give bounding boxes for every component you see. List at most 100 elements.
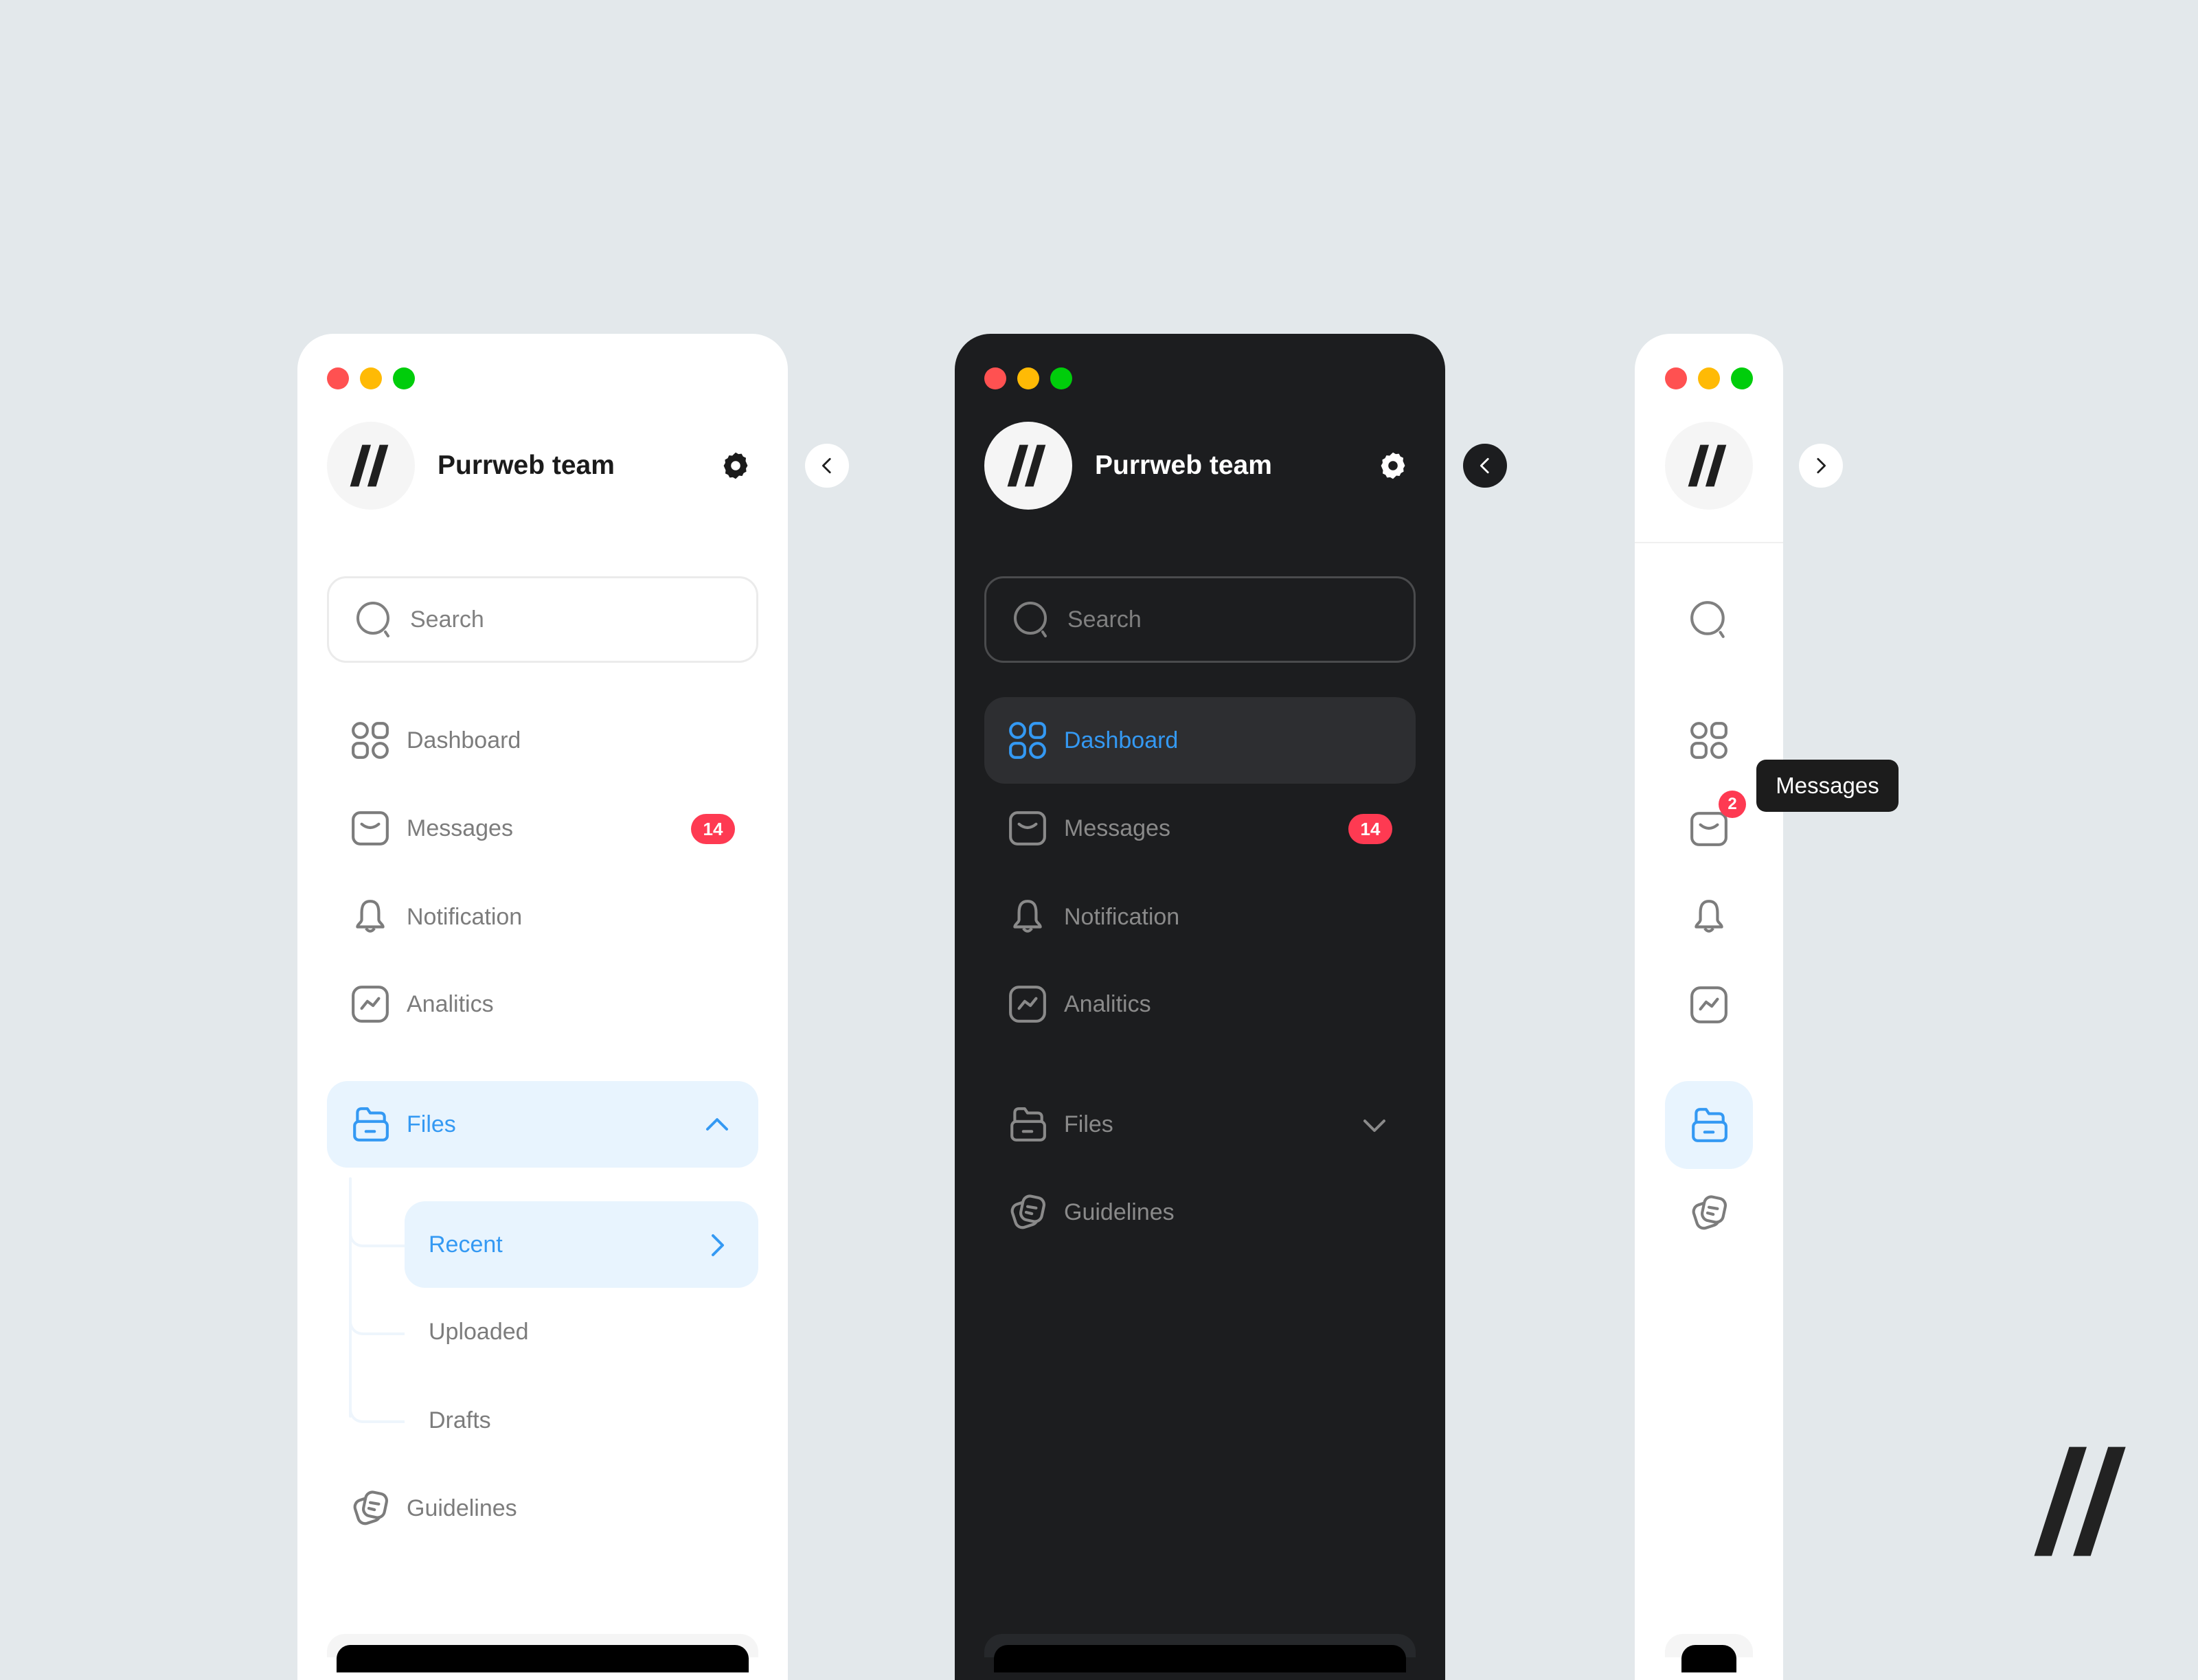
mini-nav-dashboard[interactable] [1665, 696, 1753, 784]
search-input[interactable]: Search [327, 576, 758, 663]
divider [1635, 542, 1783, 543]
search-icon [1012, 600, 1051, 639]
mini-nav-analitics[interactable] [1665, 961, 1753, 1049]
nav-item-analitics[interactable]: Analitics [327, 961, 758, 1047]
window-controls [327, 367, 415, 389]
close-window-button[interactable] [1665, 367, 1687, 389]
bell-icon [350, 897, 390, 937]
analytics-icon [1689, 985, 1729, 1025]
purrweb-brand-logo-icon [2034, 1446, 2126, 1556]
purrweb-logo-icon [1683, 440, 1735, 492]
messages-tooltip: Messages [1756, 760, 1899, 812]
messages-count-badge: 14 [1348, 814, 1392, 844]
expand-sidebar-button[interactable] [1799, 444, 1843, 488]
maximize-window-button[interactable] [1050, 367, 1072, 389]
maximize-window-button[interactable] [1731, 367, 1753, 389]
nav-label: Notification [407, 903, 523, 930]
user-profile-card[interactable] [327, 1634, 758, 1672]
nav-label: Notification [1064, 903, 1180, 930]
gear-icon[interactable] [1378, 451, 1408, 481]
team-avatar[interactable] [984, 422, 1072, 510]
folder-icon [350, 1104, 390, 1144]
nav-item-guidelines[interactable]: Guidelines [327, 1465, 758, 1552]
guidelines-icon [350, 1488, 390, 1528]
nav-label: Dashboard [407, 727, 521, 753]
chevron-down-icon[interactable] [1361, 1111, 1388, 1139]
dashboard-icon [350, 720, 390, 760]
collapse-sidebar-button[interactable] [805, 444, 849, 488]
sidebar-dark-expanded: Purrweb team Search Dashboard Messages 1… [955, 334, 1445, 1680]
team-avatar[interactable] [327, 422, 415, 510]
close-window-button[interactable] [327, 367, 349, 389]
minimize-window-button[interactable] [1017, 367, 1039, 389]
bell-icon [1008, 897, 1047, 937]
tree-line [349, 1177, 352, 1418]
folder-icon [1008, 1104, 1047, 1144]
purrweb-logo-icon [1002, 440, 1054, 492]
purrweb-logo-icon [345, 440, 397, 492]
tree-branch [349, 1231, 405, 1247]
nav-label: Messages [1064, 815, 1170, 841]
mail-icon [1008, 808, 1047, 848]
nav-label: Drafts [429, 1407, 491, 1433]
bell-icon [1689, 897, 1729, 937]
files-sub-item-recent[interactable]: Recent [405, 1201, 758, 1288]
mini-nav-messages[interactable]: 2 [1665, 785, 1753, 873]
mini-nav-notification[interactable] [1665, 873, 1753, 961]
mini-search-button[interactable] [1665, 576, 1753, 663]
nav-item-files[interactable]: Files [327, 1081, 758, 1168]
analytics-icon [1008, 984, 1047, 1024]
user-profile-card[interactable] [1665, 1634, 1753, 1672]
user-profile-card[interactable] [984, 1634, 1416, 1672]
nav-item-dashboard[interactable]: Dashboard [984, 697, 1416, 784]
nav-label: Recent [429, 1231, 503, 1258]
nav-label: Uploaded [429, 1318, 529, 1345]
nav-label: Analitics [407, 990, 494, 1017]
nav-item-messages[interactable]: Messages 14 [327, 785, 758, 872]
nav-item-notification[interactable]: Notification [327, 874, 758, 960]
nav-label: Messages [407, 815, 513, 841]
search-icon [1689, 600, 1729, 639]
guidelines-icon [1689, 1193, 1729, 1233]
maximize-window-button[interactable] [393, 367, 415, 389]
nav-item-guidelines[interactable]: Guidelines [984, 1169, 1416, 1256]
guidelines-icon [1008, 1192, 1047, 1232]
team-name: Purrweb team [438, 451, 615, 480]
minimize-window-button[interactable] [1698, 367, 1720, 389]
files-sub-item-drafts[interactable]: Drafts [405, 1377, 758, 1464]
nav-item-analitics[interactable]: Analitics [984, 961, 1416, 1047]
chevron-right-icon [1817, 457, 1826, 474]
nav-item-messages[interactable]: Messages 14 [984, 785, 1416, 872]
chevron-up-icon[interactable] [703, 1111, 731, 1139]
search-input[interactable]: Search [984, 576, 1416, 663]
search-icon [355, 600, 394, 639]
nav-item-dashboard[interactable]: Dashboard [327, 697, 758, 784]
mail-icon [350, 808, 390, 848]
dashboard-icon [1689, 720, 1729, 760]
sidebar-light-expanded: Purrweb team Search Dashboard Messages 1… [297, 334, 788, 1680]
minimize-window-button[interactable] [360, 367, 382, 389]
close-window-button[interactable] [984, 367, 1006, 389]
search-placeholder: Search [1067, 606, 1142, 633]
chevron-left-icon [1480, 457, 1489, 474]
team-name: Purrweb team [1095, 451, 1272, 480]
mini-nav-guidelines[interactable] [1665, 1169, 1753, 1257]
nav-label: Files [407, 1111, 456, 1137]
nav-item-files[interactable]: Files [984, 1081, 1416, 1168]
team-avatar[interactable] [1665, 422, 1753, 510]
tree-branch [349, 1319, 405, 1335]
mini-nav-files[interactable] [1665, 1081, 1753, 1169]
files-sub-item-uploaded[interactable]: Uploaded [405, 1289, 758, 1375]
nav-label: Guidelines [407, 1495, 517, 1521]
search-placeholder: Search [410, 606, 484, 633]
chevron-right-icon [712, 1234, 724, 1256]
tree-branch [349, 1407, 405, 1423]
nav-label: Files [1064, 1111, 1113, 1137]
sidebar-light-collapsed: 2 [1635, 334, 1783, 1680]
nav-item-notification[interactable]: Notification [984, 874, 1416, 960]
window-controls [1665, 367, 1753, 389]
messages-count-badge: 2 [1719, 791, 1746, 818]
gear-icon[interactable] [721, 451, 751, 481]
collapse-sidebar-button[interactable] [1463, 444, 1507, 488]
messages-count-badge: 14 [691, 814, 735, 844]
